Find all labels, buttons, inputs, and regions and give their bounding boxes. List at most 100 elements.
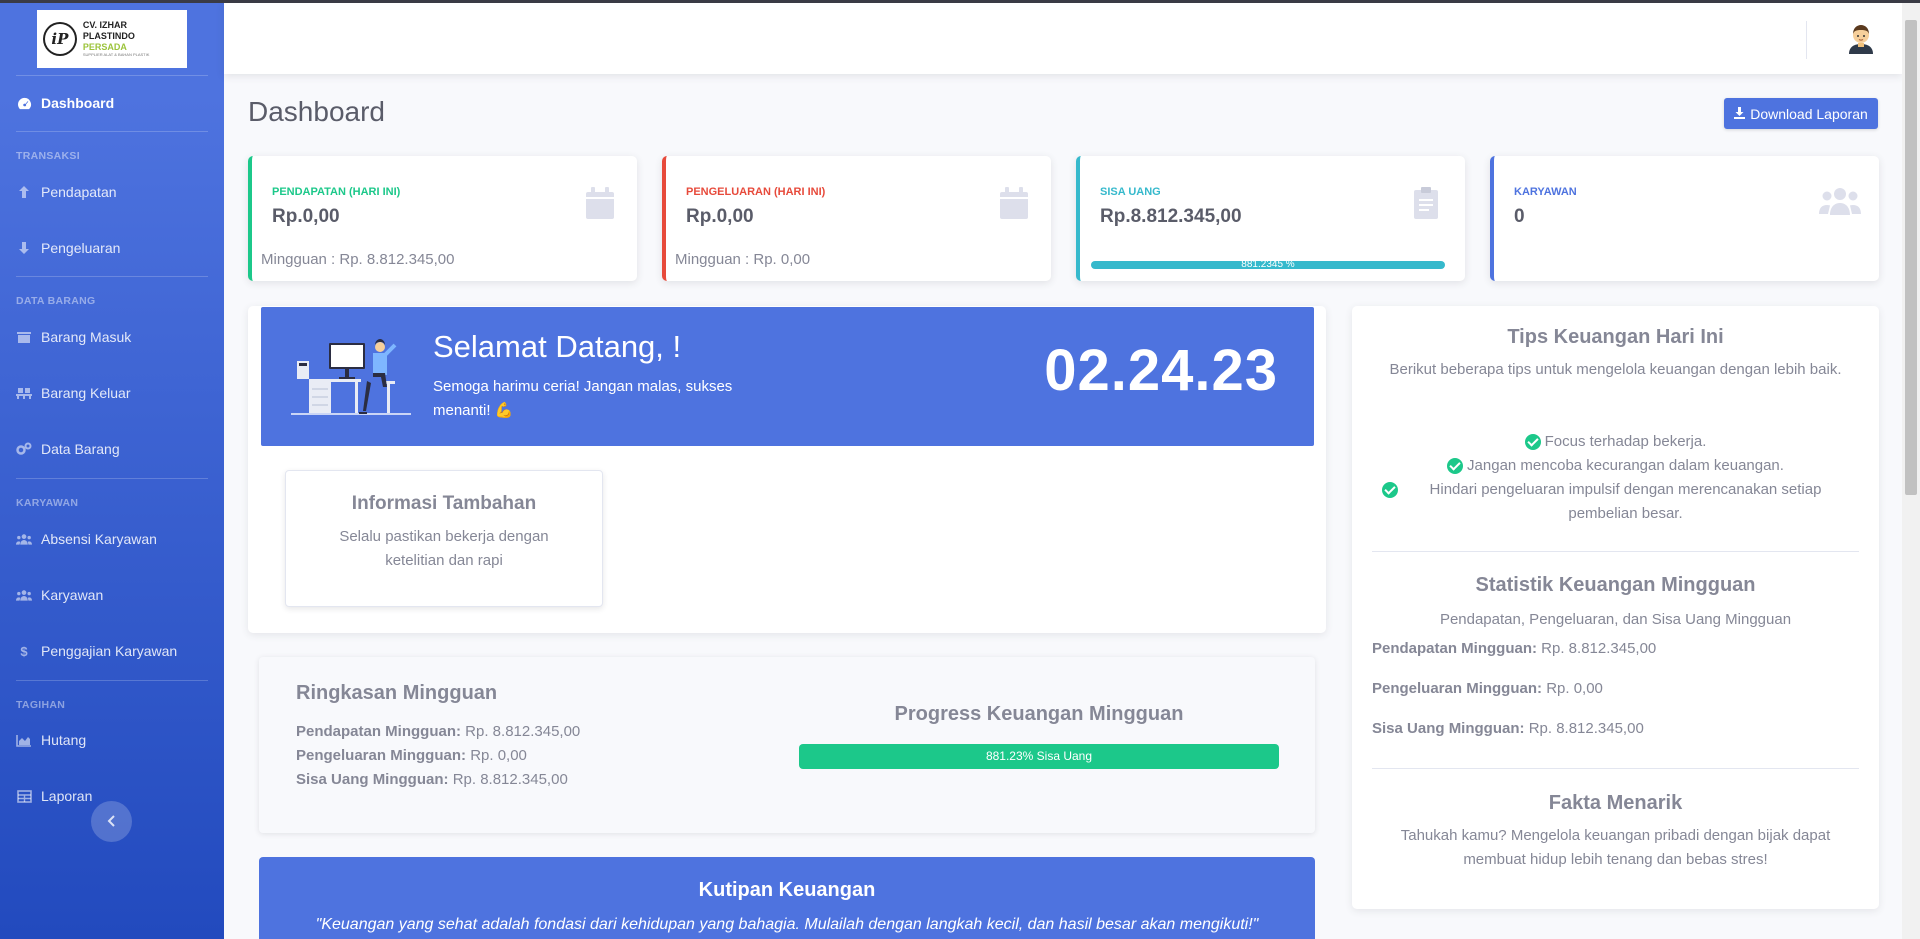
quote-title: Kutipan Keuangan [698,879,876,901]
panel-divider [1372,768,1859,769]
brand-line1: CV. IZHAR PLASTINDO [82,20,135,41]
weekly-stat-value: Rp. 8.812.345,00 [1528,720,1644,737]
quote-text: "Keuangan yang sehat adalah fondasi dari… [315,916,1259,933]
check-circle-icon [1447,458,1464,474]
welcome-banner: Selamat Datang, ! Semoga harimu ceria! J… [261,307,1314,446]
sidebar-item-label: Pendapatan [41,184,117,200]
sidebar-item-data-barang[interactable]: Data Barang [16,435,216,463]
chevron-left-icon [107,811,117,832]
card-value: Rp.0,00 [272,206,340,227]
card-label: KARYAWAN [1514,186,1577,198]
sidebar-item-barang-masuk[interactable]: Barang Masuk [16,323,216,351]
panel-divider [1372,551,1859,552]
tip-item-text: Hindari pengeluaran impulsif dengan mere… [1429,481,1822,522]
brand-logo[interactable]: iP CV. IZHAR PLASTINDO PERSADA SUPPLIER … [37,10,187,68]
card-label: SISA UANG [1100,186,1161,198]
sidebar-item-hutang[interactable]: Hutang [16,726,216,754]
weekly-progress-title: Progress Keuangan Mingguan [894,703,1184,725]
tips-title: Tips Keuangan Hari Ini [1507,326,1724,348]
weekly-stats-title: Statistik Keuangan Mingguan [1475,574,1756,596]
card-value: 0 [1514,206,1525,227]
weekly-progress-bar: 881.23% Sisa Uang [799,744,1279,769]
fact-title: Fakta Menarik [1548,792,1683,814]
nav-heading-data-barang: DATA BARANG [16,295,96,307]
sidebar-item-label: Penggajian Karyawan [41,643,178,659]
clipboard-icon [1413,186,1447,220]
tips-panel: Tips Keuangan Hari Ini Berikut beberapa … [1352,306,1879,909]
card-value: Rp.0,00 [686,206,754,227]
user-avatar[interactable] [1844,20,1878,54]
sidebar-item-label: Laporan [41,788,93,804]
table-icon [16,788,32,804]
card-pendapatan: PENDAPATAN (HARI INI) Rp.0,00 Mingguan :… [248,156,637,281]
brand-line3: SUPPLIER ALAT & BAHAN PLASTIK [82,52,150,57]
nav-heading-transaksi: TRANSAKSI [16,150,80,162]
quote-card: Kutipan Keuangan "Keuangan yang sehat ad… [259,857,1315,939]
download-report-button[interactable]: Download Laporan [1724,98,1878,129]
weekly-stat-label: Sisa Uang Mingguan: [1372,720,1525,737]
summary-row: Pengeluaran Mingguan: Rp. 0,00 [296,747,527,764]
brand-line2: PERSADA [82,42,127,52]
info-text: Selalu pastikan bekerja dengan ketelitia… [339,528,549,569]
chart-area-icon [16,732,32,748]
sidebar-item-label: Barang Masuk [41,329,132,345]
summary-row: Sisa Uang Mingguan: Rp. 8.812.345,00 [296,771,568,788]
sisa-uang-progress-fill: 881.2345 % [1091,261,1445,269]
card-pengeluaran: PENGELUARAN (HARI INI) Rp.0,00 Mingguan … [662,156,1051,281]
info-title: Informasi Tambahan [351,493,537,514]
tachometer-icon [16,95,32,111]
tips-list: Focus terhadap bekerja. Jangan mencoba k… [1382,430,1849,526]
card-sisa-uang: SISA UANG Rp.8.812.345,00 881.2345 % [1076,156,1465,281]
tip-item-text: Jangan mencoba kecurangan dalam keuangan… [1467,457,1784,474]
page-title: Dashboard [248,96,385,127]
welcome-title: Selamat Datang, ! [433,329,682,364]
weekly-progress-fill: 881.23% Sisa Uang [799,744,1279,769]
sidebar-item-penggajian-karyawan[interactable]: $ Penggajian Karyawan [16,637,216,665]
tips-intro: Berikut beberapa tips untuk mengelola ke… [1389,361,1842,378]
sidebar-divider [16,680,208,681]
sisa-uang-progress: 881.2345 % [1091,261,1445,269]
sidebar-toggle-button[interactable] [91,801,132,842]
topbar-divider [1806,21,1807,59]
weekly-stats-subtitle: Pendapatan, Pengeluaran, dan Sisa Uang M… [1439,611,1792,628]
download-report-label: Download Laporan [1750,105,1868,122]
weekly-stat-label: Pengeluaran Mingguan: [1372,680,1543,697]
weekly-stat-value: Rp. 8.812.345,00 [1541,640,1657,657]
sidebar-item-pendapatan[interactable]: Pendapatan [16,178,216,206]
pallet-icon [16,385,32,401]
tip-item: Focus terhadap bekerja. [1382,430,1849,454]
summary-row-label: Sisa Uang Mingguan: [296,771,449,788]
box-icon [16,329,32,345]
dollar-icon: $ [20,643,28,659]
weekly-summary-card: Ringkasan Mingguan Pendapatan Mingguan: … [259,657,1315,833]
nav-heading-tagihan: TAGIHAN [16,699,66,711]
sidebar-divider [16,478,208,479]
summary-row-label: Pengeluaran Mingguan: [296,747,467,764]
summary-row-value: Rp. 0,00 [470,747,527,764]
window-top-border [0,0,1920,3]
card-subtext: Mingguan : Rp. 8.812.345,00 [261,251,455,268]
sidebar-item-label: Barang Keluar [41,385,131,401]
topbar [224,3,1902,74]
sidebar-item-barang-keluar[interactable]: Barang Keluar [16,379,216,407]
summary-row-value: Rp. 8.812.345,00 [452,771,568,788]
weekly-stat-row: Pendapatan Mingguan: Rp. 8.812.345,00 [1372,640,1656,657]
sidebar-divider [16,276,208,277]
download-icon [1734,106,1746,122]
card-karyawan: KARYAWAN 0 [1490,156,1879,281]
weekly-stat-row: Sisa Uang Mingguan: Rp. 8.812.345,00 [1372,720,1644,737]
page-scrollbar-thumb[interactable] [1905,20,1917,495]
sidebar-item-dashboard[interactable]: Dashboard [16,89,216,117]
sidebar-item-absensi-karyawan[interactable]: Absensi Karyawan [16,525,216,553]
welcome-subtitle: Semoga harimu ceria! Jangan malas, sukse… [433,378,733,419]
sidebar-item-pengeluaran[interactable]: Pengeluaran [16,234,216,262]
sidebar-item-karyawan[interactable]: Karyawan [16,581,216,609]
arrow-up-icon [16,184,32,200]
card-label: PENDAPATAN (HARI INI) [272,186,401,198]
users-icon [1819,186,1861,220]
sidebar-divider [16,75,208,76]
card-value: Rp.8.812.345,00 [1100,206,1242,227]
weekly-stat-value: Rp. 0,00 [1546,680,1603,697]
tip-item-text: Focus terhadap bekerja. [1544,433,1707,450]
weekly-summary-title: Ringkasan Mingguan [296,682,498,704]
